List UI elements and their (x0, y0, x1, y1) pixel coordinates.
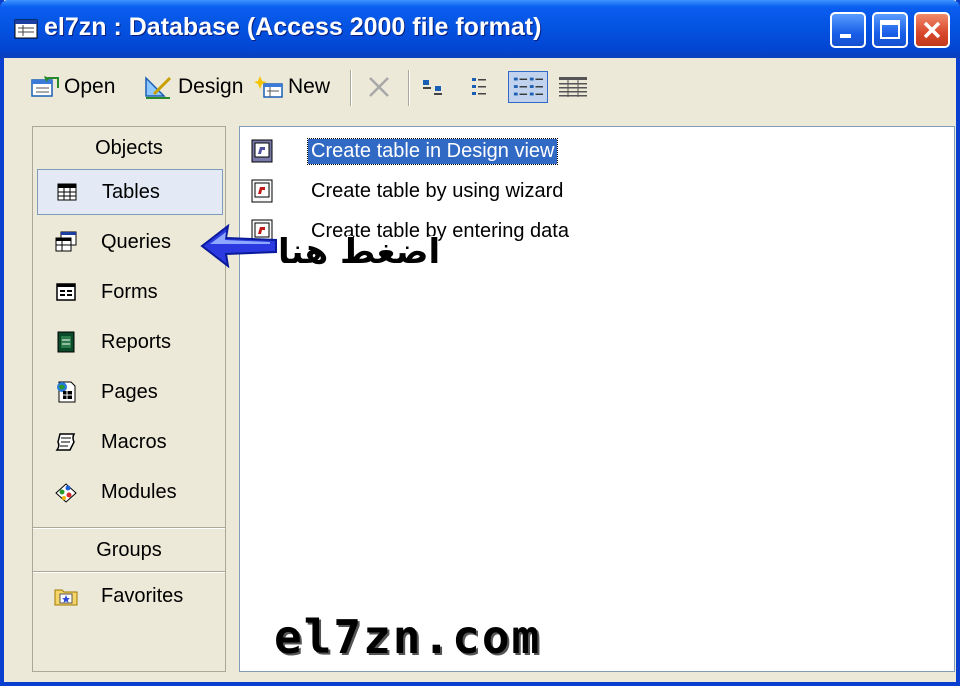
sidebar-item-reports[interactable]: Reports (37, 319, 223, 365)
delete-x-icon[interactable] (364, 72, 394, 102)
objects-header[interactable]: Objects (33, 129, 225, 167)
sidebar-item-queries[interactable]: Queries (37, 219, 223, 265)
sidebar-item-tables[interactable]: Tables (37, 169, 223, 215)
list-item-label: Create table in Design view (306, 137, 559, 165)
list-view-icon[interactable] (508, 71, 548, 103)
toolbar: Open Design New (4, 58, 956, 116)
object-list: Create table in Design view Create table… (239, 126, 955, 672)
details-view-icon[interactable] (556, 74, 590, 100)
small-icons-view-icon[interactable] (468, 74, 494, 100)
sidebar-item-label: Favorites (101, 584, 184, 607)
sidebar-item-modules[interactable]: Modules (37, 469, 223, 515)
annotation-text: اضغط هنا (278, 232, 441, 272)
reports-icon (57, 331, 75, 353)
new-label: New (288, 75, 331, 98)
sidebar-item-pages[interactable]: Pages (37, 369, 223, 415)
design-label: Design (178, 75, 244, 98)
sidebar-item-favorites[interactable]: Favorites (37, 573, 223, 619)
objects-bar: Objects Tables Queries Forms Reports Pag… (32, 126, 226, 672)
sidebar-item-label: Tables (102, 180, 160, 203)
sidebar-item-label: Reports (101, 330, 172, 353)
window-title: el7zn : Database (Access 2000 file forma… (44, 13, 542, 41)
design-button[interactable]: Design (144, 72, 243, 102)
minimize-button[interactable] (830, 12, 866, 48)
sidebar-item-label: Queries (101, 230, 172, 253)
list-item-wizard[interactable]: Create table by using wizard (248, 175, 566, 207)
design-view-shortcut-icon (251, 139, 273, 163)
close-icon (923, 21, 941, 39)
maximize-button[interactable] (872, 12, 908, 48)
database-window-icon (14, 19, 38, 39)
wizard-shortcut-icon (251, 179, 273, 203)
list-item-design-view[interactable]: Create table in Design view (248, 135, 559, 167)
tables-icon (57, 183, 77, 201)
sidebar-item-label: Macros (101, 430, 167, 453)
sidebar-item-forms[interactable]: Forms (37, 269, 223, 315)
groups-header[interactable]: Groups (33, 531, 225, 569)
maximize-icon (880, 20, 900, 39)
database-window: el7zn : Database (Access 2000 file forma… (0, 0, 960, 686)
section-divider (33, 527, 225, 529)
sidebar-item-label: Modules (101, 480, 177, 503)
title-bar[interactable]: el7zn : Database (Access 2000 file forma… (0, 0, 960, 58)
open-label: Open (64, 75, 116, 98)
toolbar-separator (408, 70, 410, 106)
watermark: el7zn.com (274, 610, 542, 664)
list-item-label: Create table by using wizard (311, 179, 564, 202)
open-button[interactable]: Open (30, 72, 115, 102)
design-icon (145, 76, 172, 99)
new-icon (254, 76, 283, 98)
minimize-icon (840, 34, 851, 38)
toolbar-separator (350, 70, 352, 106)
blue-arrow-left-icon (200, 223, 277, 269)
close-button[interactable] (914, 12, 950, 48)
sidebar-item-label: Forms (101, 280, 158, 303)
sidebar-item-label: Pages (101, 380, 158, 403)
pages-icon (57, 381, 76, 403)
sidebar-item-macros[interactable]: Macros (37, 419, 223, 465)
open-icon (31, 76, 59, 97)
large-icons-view-icon[interactable] (420, 74, 446, 100)
queries-icon (55, 231, 77, 252)
modules-icon (55, 483, 77, 503)
macros-icon (55, 433, 76, 451)
favorites-folder-icon (54, 589, 78, 606)
forms-icon (56, 283, 76, 301)
new-button[interactable]: New (254, 72, 330, 102)
